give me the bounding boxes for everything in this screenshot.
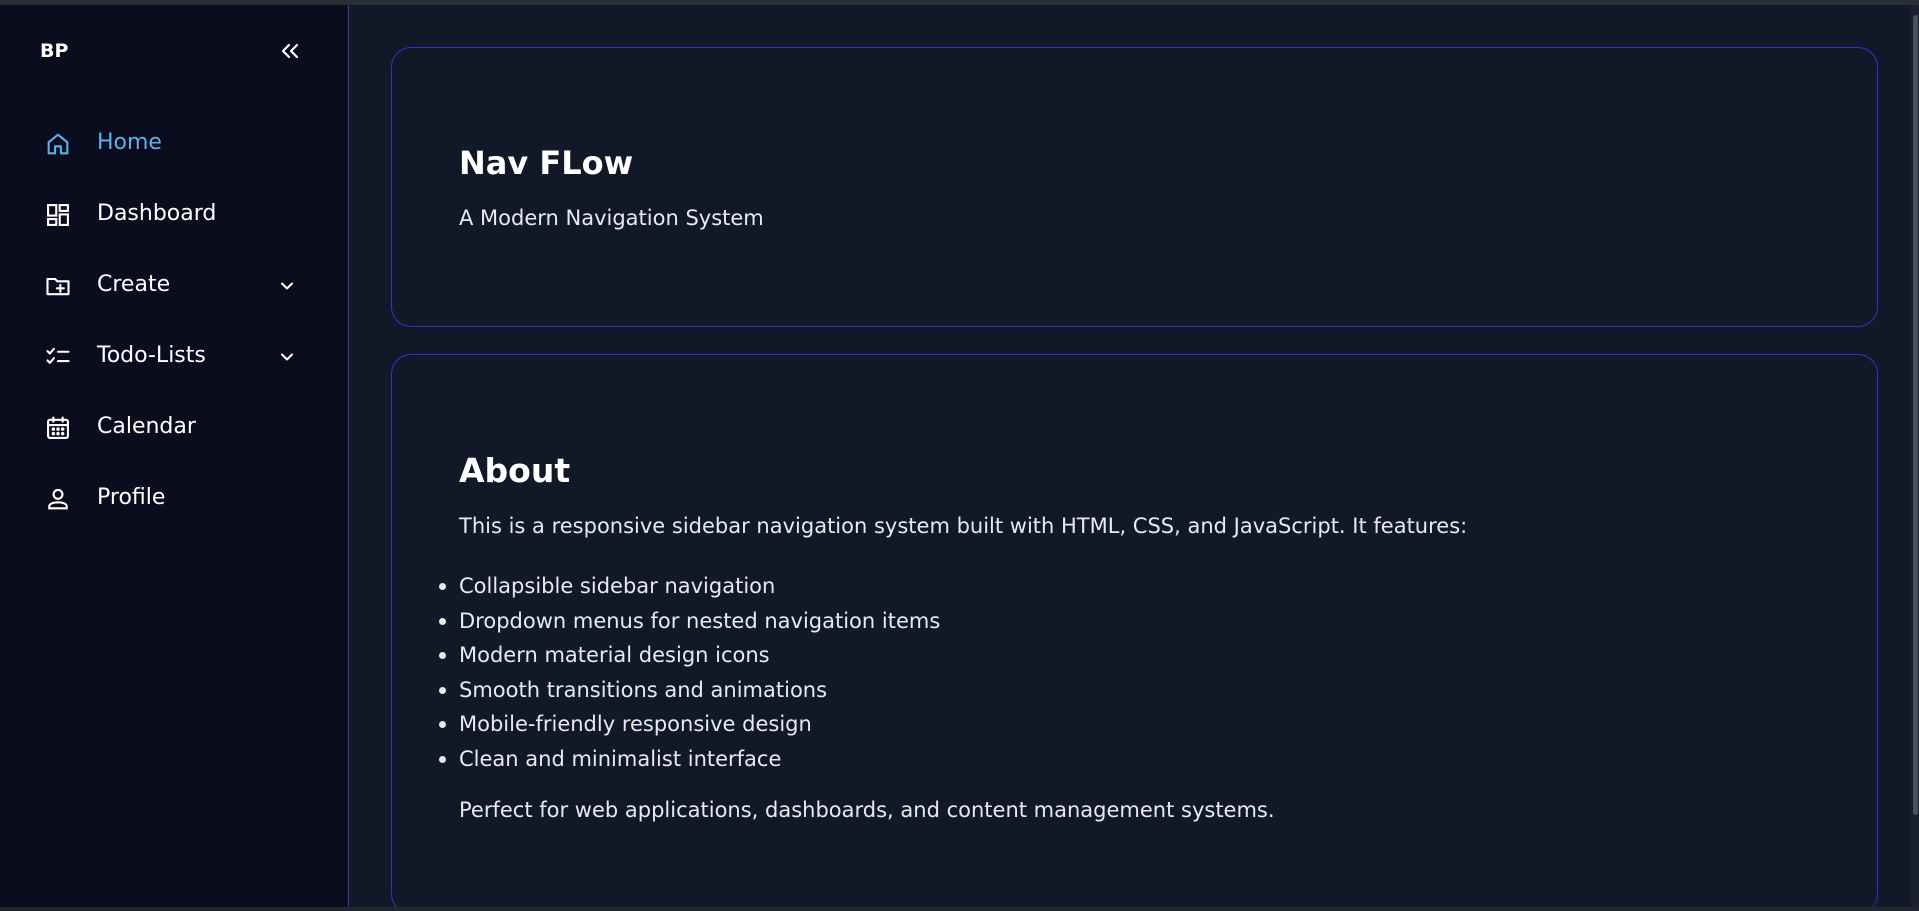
double-chevron-left-icon xyxy=(278,39,302,63)
feature-list: Collapsible sidebar navigation Dropdown … xyxy=(438,569,940,777)
create-folder-icon xyxy=(43,271,73,301)
scrollbar-thumb[interactable] xyxy=(1913,15,1918,815)
sidebar-item-label: Create xyxy=(97,272,171,297)
dashboard-icon xyxy=(43,200,73,230)
list-item: Collapsible sidebar navigation xyxy=(438,569,940,604)
list-item: Clean and minimalist interface xyxy=(438,742,940,777)
list-item: Smooth transitions and animations xyxy=(438,673,940,708)
sidebar-item-profile[interactable]: Profile xyxy=(24,470,314,526)
sidebar-item-label: Calendar xyxy=(97,414,196,439)
chevron-down-icon[interactable] xyxy=(276,275,298,297)
chevron-down-icon[interactable] xyxy=(276,346,298,368)
sidebar-item-create[interactable]: Create xyxy=(24,257,314,313)
sidebar-item-label: Todo-Lists xyxy=(97,343,206,368)
collapse-sidebar-button[interactable] xyxy=(274,35,306,67)
calendar-icon xyxy=(43,413,73,443)
sidebar-item-dashboard[interactable]: Dashboard xyxy=(24,186,314,242)
sidebar: BP Home Dashboard Create Todo-Lists Cale… xyxy=(0,5,349,911)
home-icon xyxy=(43,129,73,159)
list-item: Dropdown menus for nested navigation ite… xyxy=(438,604,940,639)
sidebar-item-home[interactable]: Home xyxy=(24,115,314,171)
sidebar-item-calendar[interactable]: Calendar xyxy=(24,399,314,455)
logo: BP xyxy=(40,40,69,62)
list-item: Modern material design icons xyxy=(438,638,940,673)
sidebar-item-label: Home xyxy=(97,130,162,155)
sidebar-item-label: Profile xyxy=(97,485,166,510)
about-intro: This is a responsive sidebar navigation … xyxy=(459,514,1468,538)
sidebar-item-label: Dashboard xyxy=(97,201,217,226)
page-subtitle: A Modern Navigation System xyxy=(459,206,764,230)
sidebar-item-todo-lists[interactable]: Todo-Lists xyxy=(24,328,314,384)
checklist-icon xyxy=(43,342,73,372)
person-icon xyxy=(43,484,73,514)
about-outro: Perfect for web applications, dashboards… xyxy=(459,798,1275,822)
page-title: Nav FLow xyxy=(459,144,634,182)
list-item: Mobile-friendly responsive design xyxy=(438,707,940,742)
hero-card: Nav FLow A Modern Navigation System xyxy=(391,47,1878,327)
window-bottom-edge xyxy=(0,907,1919,911)
about-title: About xyxy=(459,451,571,490)
about-card: About This is a responsive sidebar navig… xyxy=(391,354,1878,911)
scrollbar[interactable] xyxy=(1911,5,1919,911)
